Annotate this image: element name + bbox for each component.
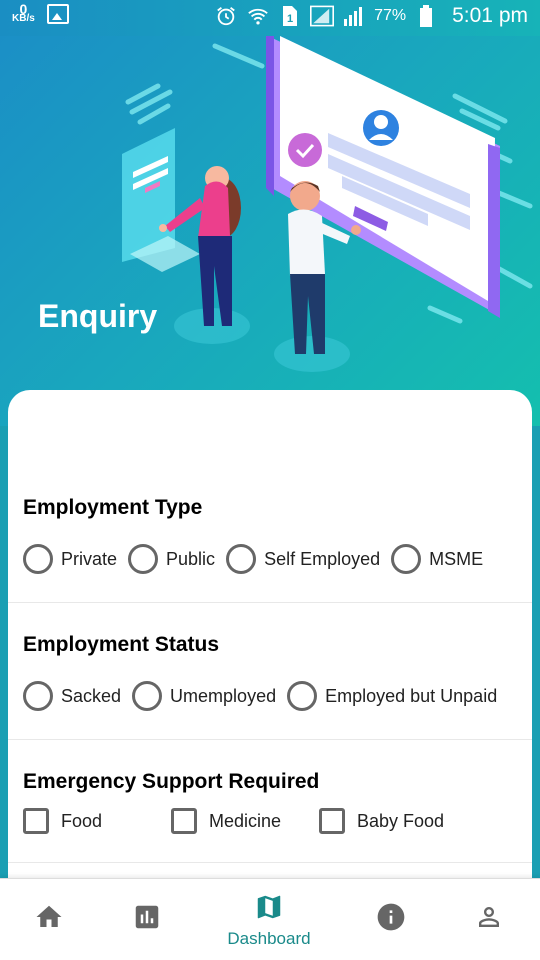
- checkbox[interactable]: [319, 808, 345, 834]
- network-speed-unit: KB/s: [12, 13, 35, 24]
- sim-icon: 1: [278, 4, 302, 28]
- bar-chart-icon: [132, 902, 162, 937]
- employment-status-options: Sacked Umemployed Employed but Unpaid: [23, 681, 532, 711]
- checkbox-option-medicine[interactable]: Medicine: [171, 808, 319, 834]
- clock: 5:01 pm: [452, 4, 528, 27]
- signal-icon: [342, 4, 366, 28]
- alarm-icon: [214, 4, 238, 28]
- nav-label-dashboard: Dashboard: [227, 928, 311, 948]
- section-divider: [8, 862, 532, 863]
- employment-type-title: Employment Type: [23, 496, 203, 519]
- bottom-navigation: Dashboard: [0, 878, 540, 960]
- radio-label: MSME: [429, 548, 484, 569]
- radio-button[interactable]: [132, 681, 163, 711]
- section-divider: [8, 739, 532, 740]
- nav-item-dashboard[interactable]: Dashboard: [224, 879, 314, 960]
- radio-label: Sacked: [61, 685, 122, 706]
- svg-text:1: 1: [287, 13, 293, 25]
- radio-button[interactable]: [391, 544, 422, 574]
- wifi-icon: [246, 4, 270, 28]
- radio-option-self-employed[interactable]: Self Employed: [226, 544, 380, 574]
- radio-label: Employed but Unpaid: [325, 685, 498, 706]
- enquiry-form-card: Employment Type Private Public Self Empl…: [8, 390, 532, 880]
- checkbox[interactable]: [23, 808, 49, 834]
- page-title: Enquiry: [38, 298, 158, 334]
- checkbox-option-food[interactable]: Food: [23, 808, 171, 834]
- network-speed: 0 KB/s: [12, 2, 35, 24]
- employment-status-title: Employment Status: [23, 633, 220, 656]
- hero-banner: Enquiry: [0, 36, 540, 426]
- checkbox-label: Food: [61, 810, 103, 831]
- nav-item-profile[interactable]: [444, 879, 534, 960]
- nav-item-stats[interactable]: [102, 879, 192, 960]
- radio-label: Self Employed: [264, 548, 381, 569]
- radio-option-umemployed[interactable]: Umemployed: [132, 681, 276, 711]
- enquiry-illustration: [122, 36, 533, 372]
- person-icon: [474, 902, 504, 937]
- nav-item-info[interactable]: [346, 879, 436, 960]
- checkbox[interactable]: [171, 808, 197, 834]
- employment-type-options: Private Public Self Employed MSME: [23, 544, 532, 574]
- battery-icon: [414, 4, 438, 28]
- radio-option-public[interactable]: Public: [128, 544, 215, 574]
- map-icon: [254, 892, 284, 927]
- status-bar: 0 KB/s 1 77% 5:01 pm: [0, 0, 540, 36]
- radio-button[interactable]: [23, 544, 53, 574]
- radio-button[interactable]: [287, 681, 318, 711]
- emergency-support-options: Food Medicine Baby Food: [23, 808, 532, 834]
- checkbox-option-baby-food[interactable]: Baby Food: [319, 808, 444, 834]
- home-icon: [34, 902, 64, 937]
- nav-item-home[interactable]: [4, 879, 94, 960]
- checkbox-label: Baby Food: [357, 810, 445, 831]
- emergency-support-section: Emergency Support Required Food Medicine…: [23, 770, 532, 834]
- radio-option-employed-but-unpaid[interactable]: Employed but Unpaid: [287, 681, 497, 711]
- radio-option-private[interactable]: Private: [23, 544, 117, 574]
- radio-option-msme[interactable]: MSME: [391, 544, 483, 574]
- radio-button[interactable]: [226, 544, 257, 574]
- section-divider: [8, 602, 532, 603]
- info-icon: [375, 901, 407, 938]
- gallery-icon: [46, 4, 69, 24]
- battery-percent: 77%: [374, 7, 407, 24]
- emergency-support-title: Emergency Support Required: [23, 770, 320, 793]
- radio-option-sacked[interactable]: Sacked: [23, 681, 121, 711]
- checkbox-label: Medicine: [209, 810, 282, 831]
- employment-type-section: Employment Type Private Public Self Empl…: [23, 496, 532, 574]
- signal-icon: [310, 4, 335, 28]
- radio-label: Private: [61, 548, 118, 569]
- employment-status-section: Employment Status Sacked Umemployed Empl…: [23, 633, 532, 711]
- radio-button[interactable]: [23, 681, 53, 711]
- radio-button[interactable]: [128, 544, 159, 574]
- radio-label: Public: [166, 548, 216, 569]
- radio-label: Umemployed: [170, 685, 277, 706]
